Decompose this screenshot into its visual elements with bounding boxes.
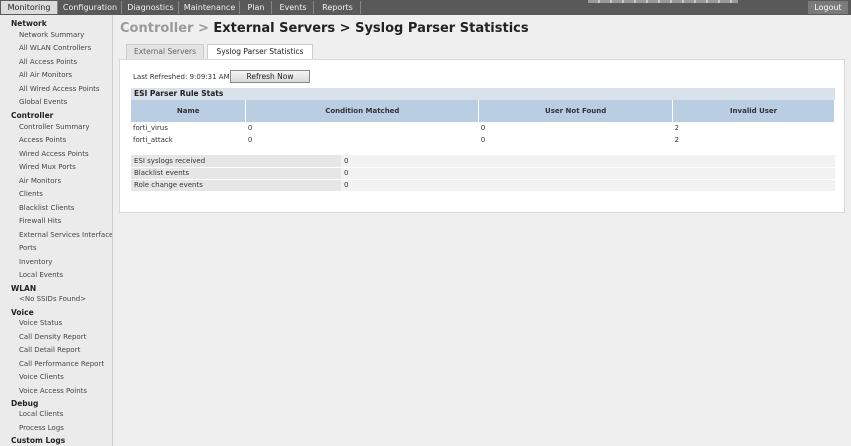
menu-configuration[interactable]: Configuration — [59, 1, 122, 14]
menu-diagnostics[interactable]: Diagnostics — [123, 1, 179, 14]
breadcrumb-path: External Servers > Syslog Parser Statist… — [213, 21, 529, 36]
sidebar-item-controller-summary[interactable]: Controller Summary — [19, 123, 90, 132]
sidebar-item-wired-mux-ports[interactable]: Wired Mux Ports — [19, 163, 76, 172]
parser-rule-stats-table: Name Condition Matched User Not Found In… — [131, 100, 835, 146]
summary-table: ESI syslogs received 0 Blacklist events … — [131, 155, 835, 192]
table-row: forti_attack 0 0 2 — [131, 134, 835, 146]
menu-plan[interactable]: Plan — [241, 1, 272, 14]
cell-name: forti_virus — [133, 124, 168, 132]
menu-reports[interactable]: Reports — [315, 1, 361, 14]
cell-user-not-found: 0 — [480, 136, 486, 144]
decorative-strip — [588, 0, 738, 3]
breadcrumb-separator: > — [197, 21, 209, 36]
section-title: ESI Parser Rule Stats — [131, 88, 835, 100]
logout-button[interactable]: Logout — [808, 1, 848, 14]
cell-condition-matched: 0 — [247, 136, 253, 144]
sidebar-item-call-performance-report[interactable]: Call Performance Report — [19, 360, 104, 369]
cell-user-not-found: 0 — [480, 124, 486, 132]
cell-condition-matched: 0 — [247, 124, 253, 132]
sidebar-item-voice-clients[interactable]: Voice Clients — [19, 373, 64, 382]
sidebar-item-all-wlan-controllers[interactable]: All WLAN Controllers — [19, 44, 91, 53]
column-header-name[interactable]: Name — [131, 100, 247, 122]
sidebar-item-all-wired-access-points[interactable]: All Wired Access Points — [19, 85, 100, 94]
sidebar-item-blacklist-clients[interactable]: Blacklist Clients — [19, 204, 74, 213]
column-header-invalid-user[interactable]: Invalid User — [672, 100, 835, 122]
sidebar-item-global-events[interactable]: Global Events — [19, 98, 67, 107]
top-menu-bar: Monitoring Configuration Diagnostics Mai… — [0, 0, 851, 15]
sidebar-item-inventory[interactable]: Inventory — [19, 258, 52, 267]
cell-name: forti_attack — [133, 136, 173, 144]
sidebar-item-process-logs[interactable]: Process Logs — [19, 424, 64, 433]
cell-invalid-user: 2 — [674, 124, 680, 132]
sidebar-section-debug[interactable]: Debug — [11, 399, 38, 408]
sidebar-item-all-access-points[interactable]: All Access Points — [19, 58, 77, 67]
sidebar-item-no-ssids: <No SSIDs Found> — [19, 295, 87, 303]
page-title: Controller > External Servers > Syslog P… — [120, 21, 529, 36]
sidebar-item-access-points[interactable]: Access Points — [19, 136, 66, 145]
sidebar-item-external-services-interface[interactable]: External Services Interface — [19, 231, 112, 240]
refresh-now-button[interactable]: Refresh Now — [230, 70, 310, 83]
sidebar-section-wlan[interactable]: WLAN — [11, 284, 36, 293]
menu-maintenance[interactable]: Maintenance — [180, 1, 240, 14]
summary-value-role-change-events: 0 — [341, 179, 835, 192]
sidebar-item-voice-status[interactable]: Voice Status — [19, 319, 62, 328]
sidebar-item-firewall-hits[interactable]: Firewall Hits — [19, 217, 61, 226]
sidebar-item-local-events[interactable]: Local Events — [19, 271, 63, 280]
sidebar: Network Network Summary All WLAN Control… — [0, 15, 113, 446]
sidebar-item-air-monitors[interactable]: Air Monitors — [19, 177, 61, 186]
sidebar-section-network[interactable]: Network — [11, 19, 47, 28]
summary-label-esi-syslogs: ESI syslogs received — [131, 155, 341, 168]
sidebar-section-voice[interactable]: Voice — [11, 308, 34, 317]
tab-syslog-parser-statistics[interactable]: Syslog Parser Statistics — [207, 44, 313, 60]
summary-label-role-change-events: Role change events — [131, 179, 341, 192]
summary-label-blacklist-events: Blacklist events — [131, 167, 341, 180]
sidebar-item-voice-access-points[interactable]: Voice Access Points — [19, 387, 87, 396]
summary-value-esi-syslogs: 0 — [341, 155, 835, 168]
last-refreshed-label: Last Refreshed: 9:09:31 AM — [133, 73, 230, 81]
summary-row: Blacklist events 0 — [131, 167, 835, 180]
column-header-user-not-found[interactable]: User Not Found — [478, 100, 674, 122]
sidebar-item-call-detail-report[interactable]: Call Detail Report — [19, 346, 80, 355]
main-content: Controller > External Servers > Syslog P… — [113, 15, 851, 446]
menu-monitoring[interactable]: Monitoring — [1, 1, 58, 14]
sidebar-item-ports[interactable]: Ports — [19, 244, 37, 253]
table-header-row: Name Condition Matched User Not Found In… — [131, 100, 835, 122]
stats-panel: Last Refreshed: 9:09:31 AM Refresh Now E… — [119, 59, 845, 213]
summary-row: ESI syslogs received 0 — [131, 155, 835, 168]
sidebar-item-local-clients[interactable]: Local Clients — [19, 410, 63, 419]
tab-external-servers[interactable]: External Servers — [126, 44, 204, 59]
sidebar-item-network-summary[interactable]: Network Summary — [19, 31, 84, 40]
sidebar-item-wired-access-points[interactable]: Wired Access Points — [19, 150, 89, 159]
summary-value-blacklist-events: 0 — [341, 167, 835, 180]
sidebar-item-clients[interactable]: Clients — [19, 190, 43, 199]
summary-row: Role change events 0 — [131, 179, 835, 192]
table-row: forti_virus 0 0 2 — [131, 122, 835, 134]
column-header-condition-matched[interactable]: Condition Matched — [245, 100, 480, 122]
breadcrumb-root[interactable]: Controller — [120, 21, 193, 36]
sidebar-item-call-density-report[interactable]: Call Density Report — [19, 333, 86, 342]
sidebar-section-controller[interactable]: Controller — [11, 111, 53, 120]
cell-invalid-user: 2 — [674, 136, 680, 144]
sidebar-section-custom-logs[interactable]: Custom Logs — [11, 436, 65, 445]
menu-events[interactable]: Events — [273, 1, 314, 14]
sidebar-item-all-air-monitors[interactable]: All Air Monitors — [19, 71, 72, 80]
